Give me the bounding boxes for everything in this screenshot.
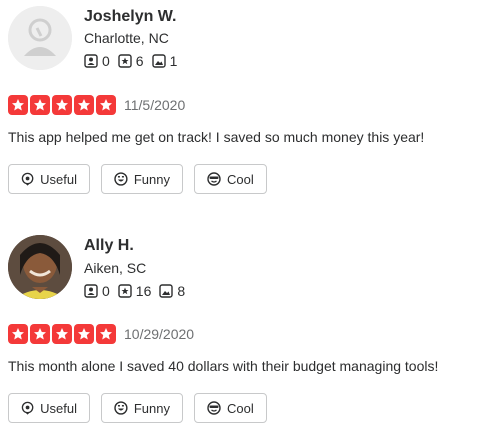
default-avatar-icon[interactable] [8,6,72,70]
star-icon [52,95,72,115]
reviewer-stats: 0 16 8 [84,283,193,299]
reviewer-name[interactable]: Joshelyn W. [84,8,176,26]
review-text: This app helped me get on track! I saved… [8,129,425,145]
useful-label: Useful [40,171,77,187]
star-icon [96,324,116,344]
friends-count: 0 [102,283,110,299]
photos-stat: 1 [151,53,178,69]
funny-label: Funny [133,171,170,187]
useful-button[interactable]: Useful [8,393,90,423]
reviews-stat: 16 [118,283,152,299]
useful-icon [21,401,34,415]
cool-label: Cool [227,400,254,416]
photos-count: 8 [177,283,186,299]
review-card: Joshelyn W. Charlotte, NC 0 6 1 11/5/202… [0,0,491,210]
photos-count: 1 [169,53,178,69]
funny-icon [114,401,128,415]
reviewer-name[interactable]: Ally H. [84,237,134,255]
funny-button[interactable]: Funny [101,393,183,423]
friends-stat: 0 [84,53,110,69]
review-star-icon [118,54,132,68]
star-icon [30,324,50,344]
star-rating [8,95,118,115]
review-date: 11/5/2020 [124,97,186,113]
photo-icon [151,54,166,68]
cool-button[interactable]: Cool [194,164,267,194]
photo-icon [159,284,174,298]
reviewer-location: Charlotte, NC [84,30,169,46]
friends-icon [84,284,98,298]
useful-button[interactable]: Useful [8,164,90,194]
review-star-icon [118,284,132,298]
photos-stat: 8 [159,283,185,299]
friends-stat: 0 [84,283,110,299]
cool-icon [207,172,221,186]
reviews-count: 6 [135,53,144,69]
funny-button[interactable]: Funny [101,164,183,194]
review-date: 10/29/2020 [124,326,195,342]
friends-icon [84,54,98,68]
reviews-stat: 6 [118,53,144,69]
useful-label: Useful [40,400,77,416]
funny-label: Funny [133,400,170,416]
star-icon [74,324,94,344]
star-icon [52,324,72,344]
star-icon [96,95,116,115]
reviewer-location: Aiken, SC [84,260,147,276]
useful-icon [21,172,34,186]
star-icon [30,95,50,115]
user-photo[interactable] [8,235,72,299]
friends-count: 0 [102,53,110,69]
review-text: This month alone I saved 40 dollars with… [8,358,439,374]
reviewer-stats: 0 6 1 [84,53,185,69]
star-icon [8,95,28,115]
cool-button[interactable]: Cool [194,393,267,423]
funny-icon [114,172,128,186]
star-rating [8,324,118,344]
reviews-count: 16 [135,283,152,299]
star-icon [74,95,94,115]
cool-label: Cool [227,171,254,187]
cool-icon [207,401,221,415]
review-card: Ally H. Aiken, SC 0 16 8 10/29/2020 This… [0,210,491,426]
star-icon [8,324,28,344]
